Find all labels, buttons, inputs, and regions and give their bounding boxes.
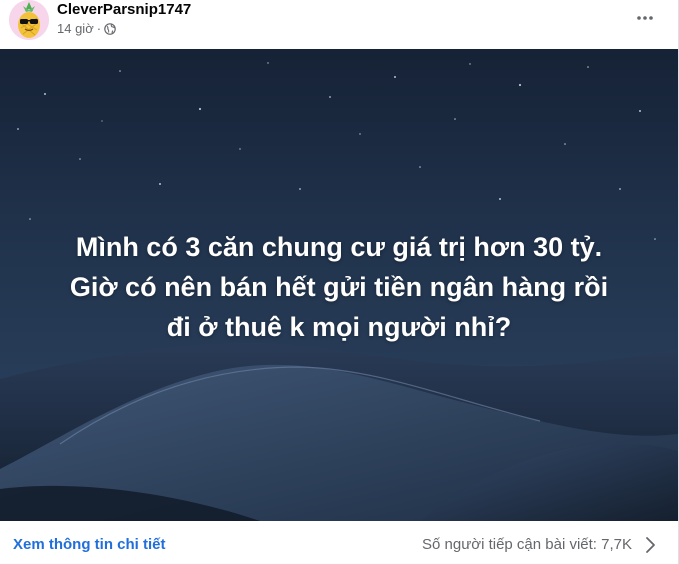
caption-line: đi ở thuê k mọi người nhỉ? [166,312,512,342]
caption-line: Mình có 3 căn chung cư giá trị hơn 30 tỷ… [75,232,603,262]
view-details-link[interactable]: Xem thông tin chi tiết [13,536,166,554]
meta-separator: · [96,21,102,36]
avatar[interactable] [9,0,49,40]
post-timestamp[interactable]: 14 giờ [57,21,94,37]
post-image[interactable]: Mình có 3 căn chung cư giá trị hơn 30 tỷ… [0,49,678,521]
author-name[interactable]: CleverParsnip1747 [57,1,191,19]
more-options-button[interactable] [631,4,659,32]
caption-line: Giờ có nên bán hết gửi tiền ngân hàng rồ… [69,272,609,302]
more-dots-icon [637,16,653,20]
reach-count-text[interactable]: Số người tiếp cận bài viết: 7,7K [422,536,632,554]
globe-icon[interactable] [104,23,116,35]
post-card: CleverParsnip1747 14 giờ · Mình có 3 căn… [0,0,679,564]
post-footer: Xem thông tin chi tiết Số người tiếp cận… [0,521,678,564]
post-header: CleverParsnip1747 14 giờ · [0,0,679,50]
pineapple-avatar-icon [9,0,49,40]
chevron-right-icon[interactable] [640,535,660,555]
post-meta: 14 giờ · [57,21,116,37]
image-caption-text: Mình có 3 căn chung cư giá trị hơn 30 tỷ… [0,227,678,347]
